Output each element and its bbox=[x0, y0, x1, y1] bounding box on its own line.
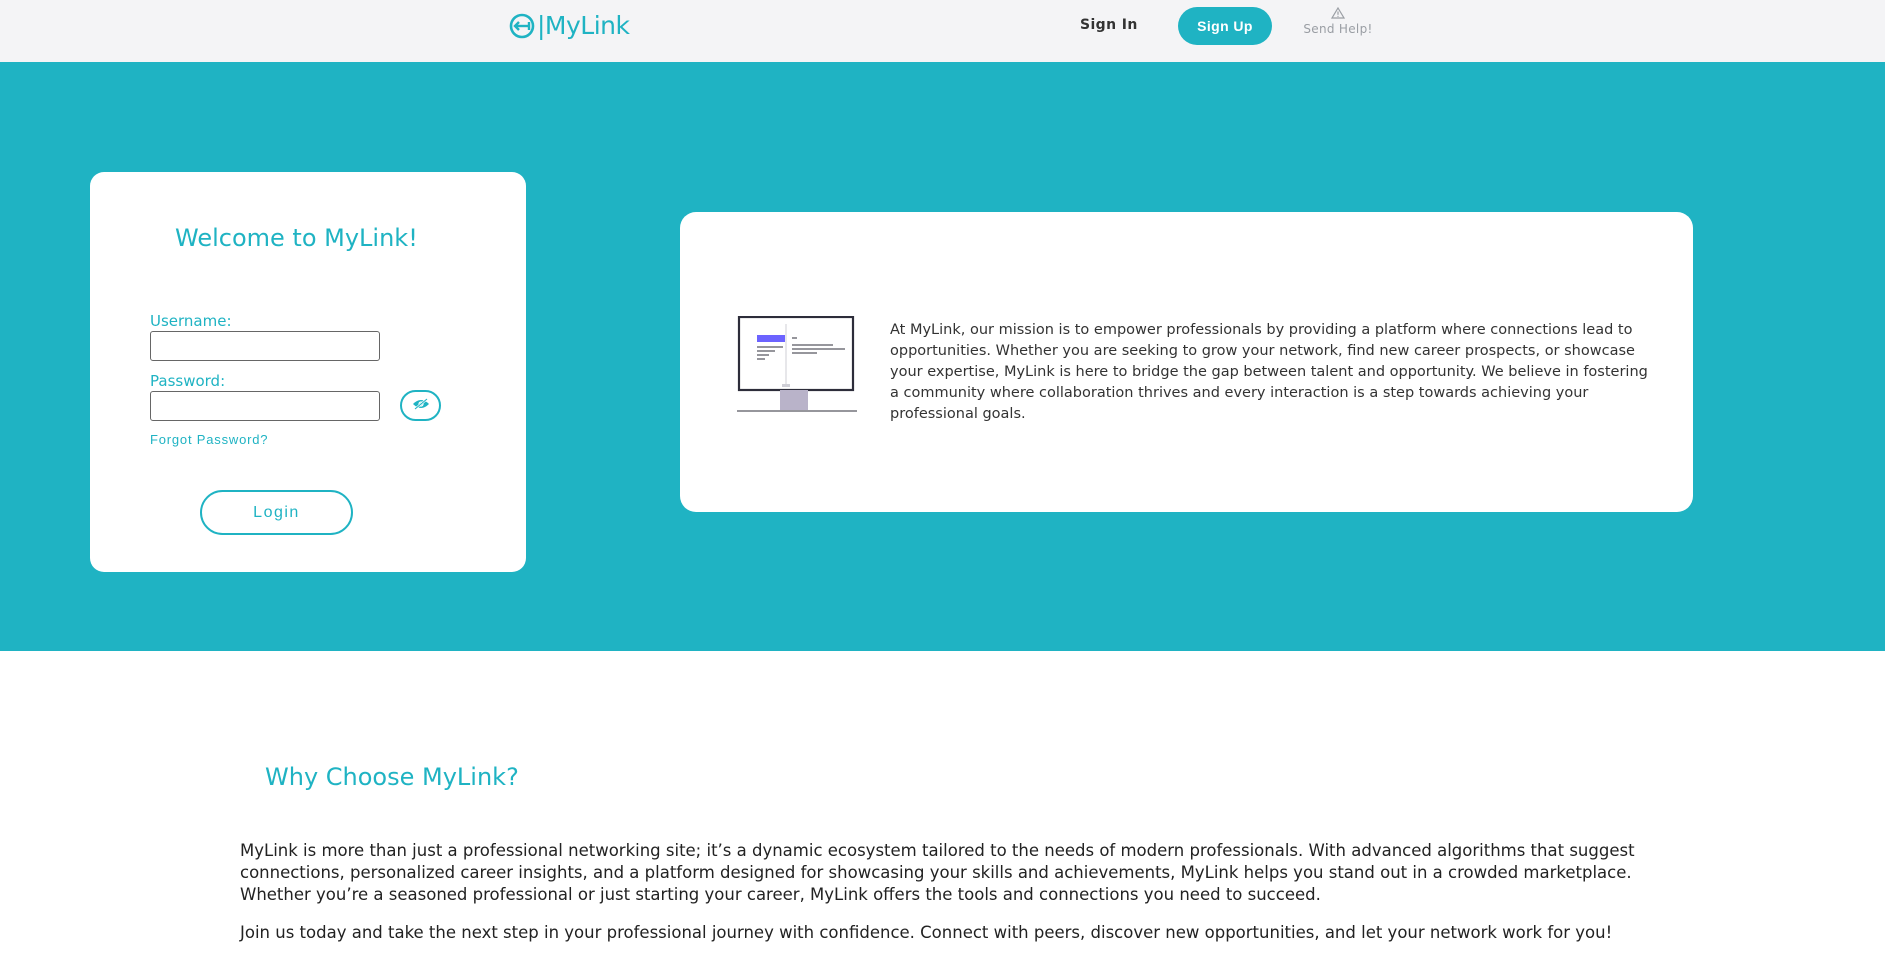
login-card: Welcome to MyLink! Username: Password: F… bbox=[90, 172, 526, 572]
sign-up-button[interactable]: Sign Up bbox=[1178, 7, 1272, 45]
logo[interactable]: |MyLink bbox=[509, 11, 630, 40]
send-help-label: Send Help! bbox=[1303, 22, 1373, 36]
mission-card: At MyLink, our mission is to empower pro… bbox=[680, 212, 1693, 512]
top-navbar: |MyLink Sign In Sign Up Send Help! bbox=[0, 0, 1885, 62]
warning-triangle-icon bbox=[1298, 7, 1378, 19]
eye-slash-icon bbox=[412, 398, 430, 413]
why-paragraph-2: Join us today and take the next step in … bbox=[240, 923, 1613, 942]
login-title: Welcome to MyLink! bbox=[175, 224, 418, 252]
password-label: Password: bbox=[150, 372, 226, 390]
link-circle-icon bbox=[509, 13, 535, 39]
password-visibility-toggle[interactable] bbox=[400, 390, 441, 421]
password-input[interactable] bbox=[150, 391, 380, 421]
forgot-password-link[interactable]: Forgot Password? bbox=[150, 432, 268, 447]
username-label: Username: bbox=[150, 312, 232, 330]
username-input[interactable] bbox=[150, 331, 380, 361]
login-button[interactable]: Login bbox=[200, 490, 353, 535]
mission-text: At MyLink, our mission is to empower pro… bbox=[890, 322, 1648, 422]
why-section: Why Choose MyLink? MyLink is more than j… bbox=[0, 651, 1885, 969]
why-paragraph-1: MyLink is more than just a professional … bbox=[240, 841, 1635, 904]
why-title: Why Choose MyLink? bbox=[265, 763, 519, 791]
send-help-button[interactable]: Send Help! bbox=[1298, 7, 1378, 36]
logo-text: |MyLink bbox=[537, 11, 630, 40]
monitor-illustration bbox=[737, 315, 857, 416]
sign-in-link[interactable]: Sign In bbox=[1080, 17, 1138, 33]
